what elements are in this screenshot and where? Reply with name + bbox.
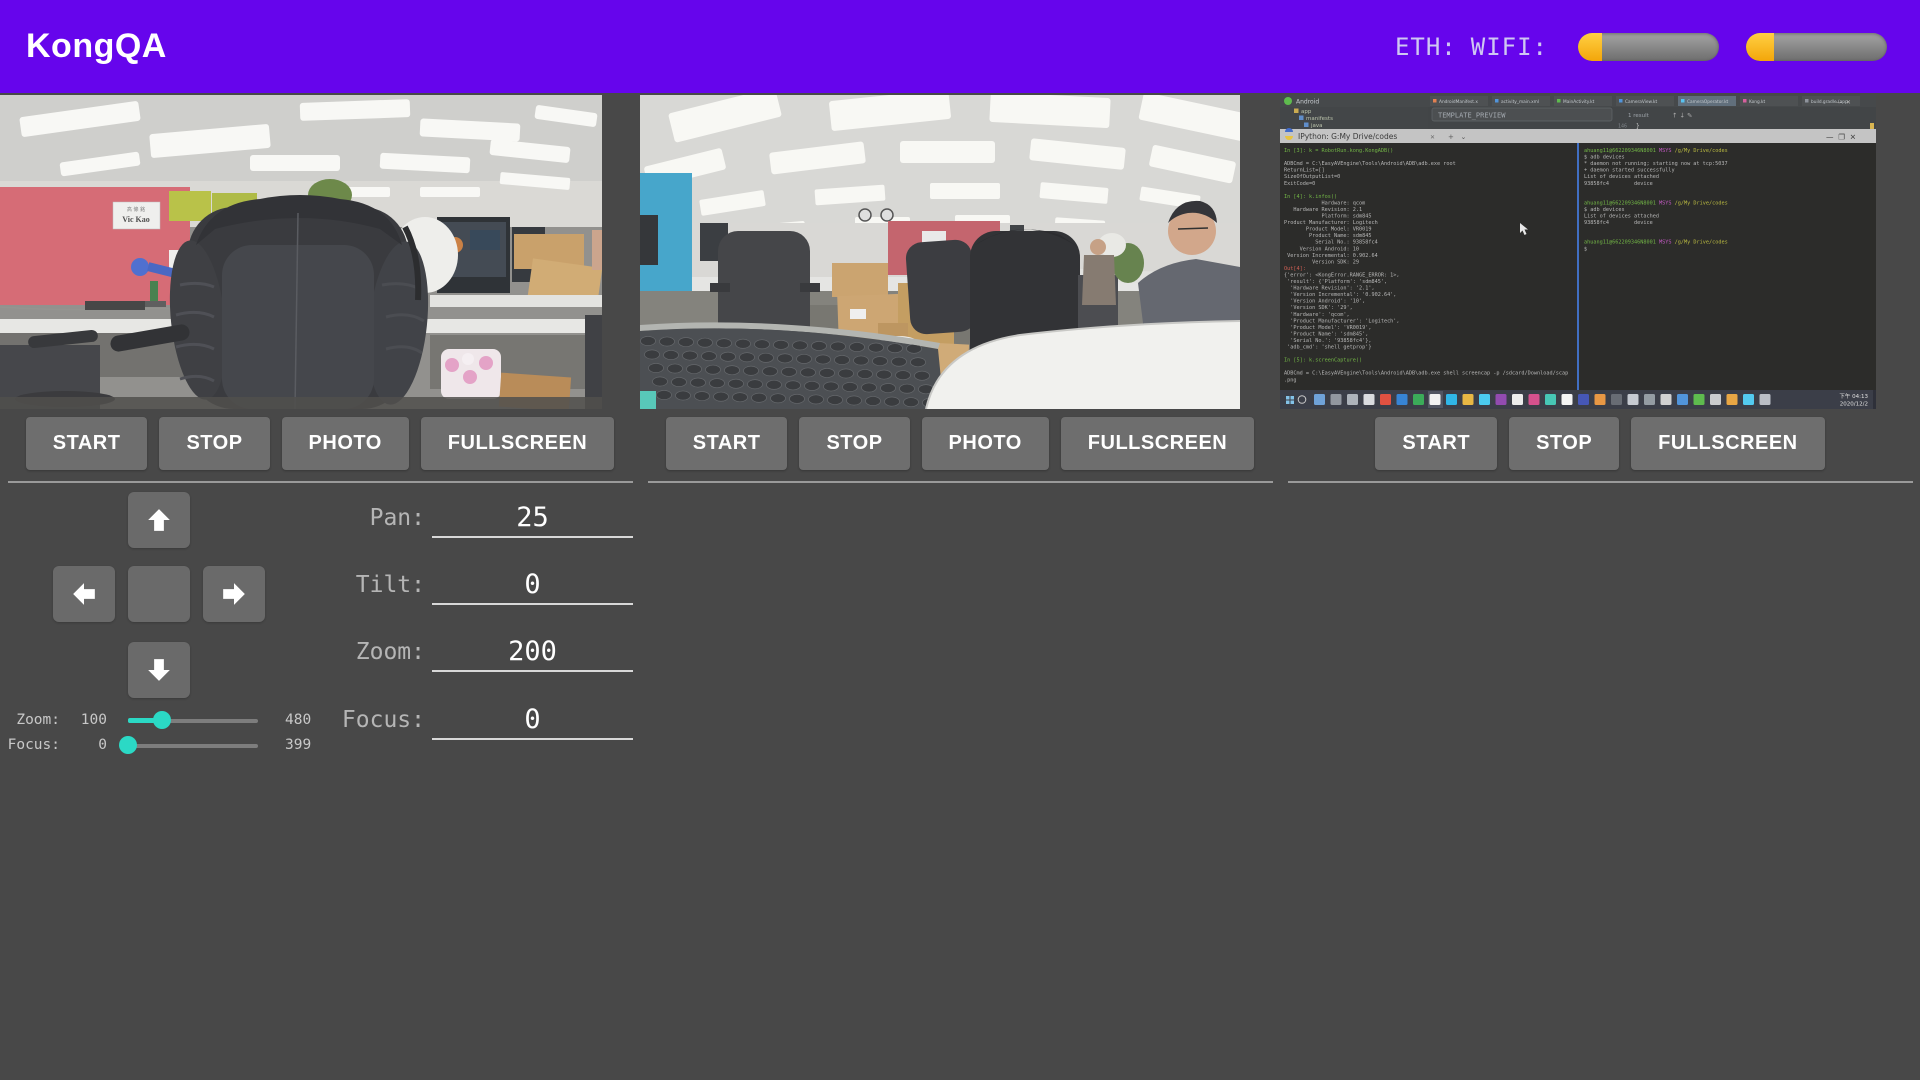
camera-3-start-button[interactable]: START <box>1375 417 1497 470</box>
camera-1-photo-button[interactable]: PHOTO <box>282 417 409 470</box>
camera-2-fullscreen-button[interactable]: FULLSCREEN <box>1061 417 1254 470</box>
pan-field-row: Pan: 25 <box>300 498 633 538</box>
tilt-field-row: Tilt: 0 <box>300 565 633 605</box>
camera-3-fullscreen-button[interactable]: FULLSCREEN <box>1631 417 1824 470</box>
camera-1-start-button[interactable]: START <box>26 417 148 470</box>
arrow-right-icon <box>221 581 247 607</box>
focus-slider-label: Focus: <box>0 737 60 753</box>
app: KongQA ETH: WIFI: <box>0 0 1920 1080</box>
pan-label: Pan: <box>370 505 425 531</box>
camera-1-controls: START STOP PHOTO FULLSCREEN <box>0 417 640 470</box>
camera-3-feed: Android AndroidManifest.xactivity_main.x… <box>1280 95 1876 409</box>
panel-1-divider <box>8 481 633 483</box>
focus-slider-min: 0 <box>66 737 107 753</box>
camera-1-fullscreen-button[interactable]: FULLSCREEN <box>421 417 614 470</box>
eth-progressbar <box>1578 33 1719 61</box>
focus-field-row: Focus: 0 <box>300 700 633 740</box>
focus-slider-thumb[interactable] <box>119 736 137 754</box>
focus-input[interactable]: 0 <box>432 700 633 740</box>
arrow-up-icon <box>146 507 172 533</box>
panel-3-divider <box>1288 481 1913 483</box>
camera-2-stop-button[interactable]: STOP <box>799 417 909 470</box>
network-status: ETH: WIFI: <box>1395 0 1887 93</box>
pan-input[interactable]: 25 <box>432 498 633 538</box>
eth-label: ETH: <box>1395 33 1457 61</box>
wifi-progress-fill <box>1746 33 1774 61</box>
camera-3-stop-button[interactable]: STOP <box>1509 417 1619 470</box>
zoom-slider-max: 480 <box>285 712 311 728</box>
camera-2-controls: START STOP PHOTO FULLSCREEN <box>640 417 1280 470</box>
camera-1-feed: 高 條 銘 Vic Kao <box>0 95 602 409</box>
zoom-slider-min: 100 <box>66 712 107 728</box>
app-title: KongQA <box>26 27 167 66</box>
camera-2-feed <box>640 95 1240 409</box>
camera-1-stop-button[interactable]: STOP <box>159 417 269 470</box>
camera-2-start-button[interactable]: START <box>666 417 788 470</box>
pan-right-button[interactable] <box>203 566 265 622</box>
zoom-slider-thumb[interactable] <box>153 711 171 729</box>
zoom-label: Zoom: <box>356 639 425 665</box>
camera-3-controls: START STOP FULLSCREEN <box>1280 417 1920 470</box>
zoom-slider-row: Zoom: 100 480 <box>0 710 330 732</box>
focus-slider-row: Focus: 0 399 <box>0 735 330 757</box>
pan-up-button[interactable] <box>128 492 190 548</box>
pan-left-button[interactable] <box>53 566 115 622</box>
focus-slider-track[interactable] <box>128 744 258 748</box>
tilt-label: Tilt: <box>356 572 425 598</box>
wifi-label: WIFI: <box>1471 33 1548 61</box>
eth-progress-fill <box>1578 33 1602 61</box>
focus-label: Focus: <box>342 707 425 733</box>
arrow-down-icon <box>146 657 172 683</box>
focus-slider-max: 399 <box>285 737 311 753</box>
zoom-input[interactable]: 200 <box>432 632 633 672</box>
zoom-slider-label: Zoom: <box>0 712 60 728</box>
tilt-input[interactable]: 0 <box>432 565 633 605</box>
tilt-down-button[interactable] <box>128 642 190 698</box>
arrow-left-icon <box>71 581 97 607</box>
wifi-progressbar <box>1746 33 1887 61</box>
camera-2-photo-button[interactable]: PHOTO <box>922 417 1049 470</box>
app-header: KongQA ETH: WIFI: <box>0 0 1920 93</box>
zoom-field-row: Zoom: 200 <box>300 632 633 672</box>
pan-center-button[interactable] <box>128 566 190 622</box>
panel-2-divider <box>648 481 1273 483</box>
